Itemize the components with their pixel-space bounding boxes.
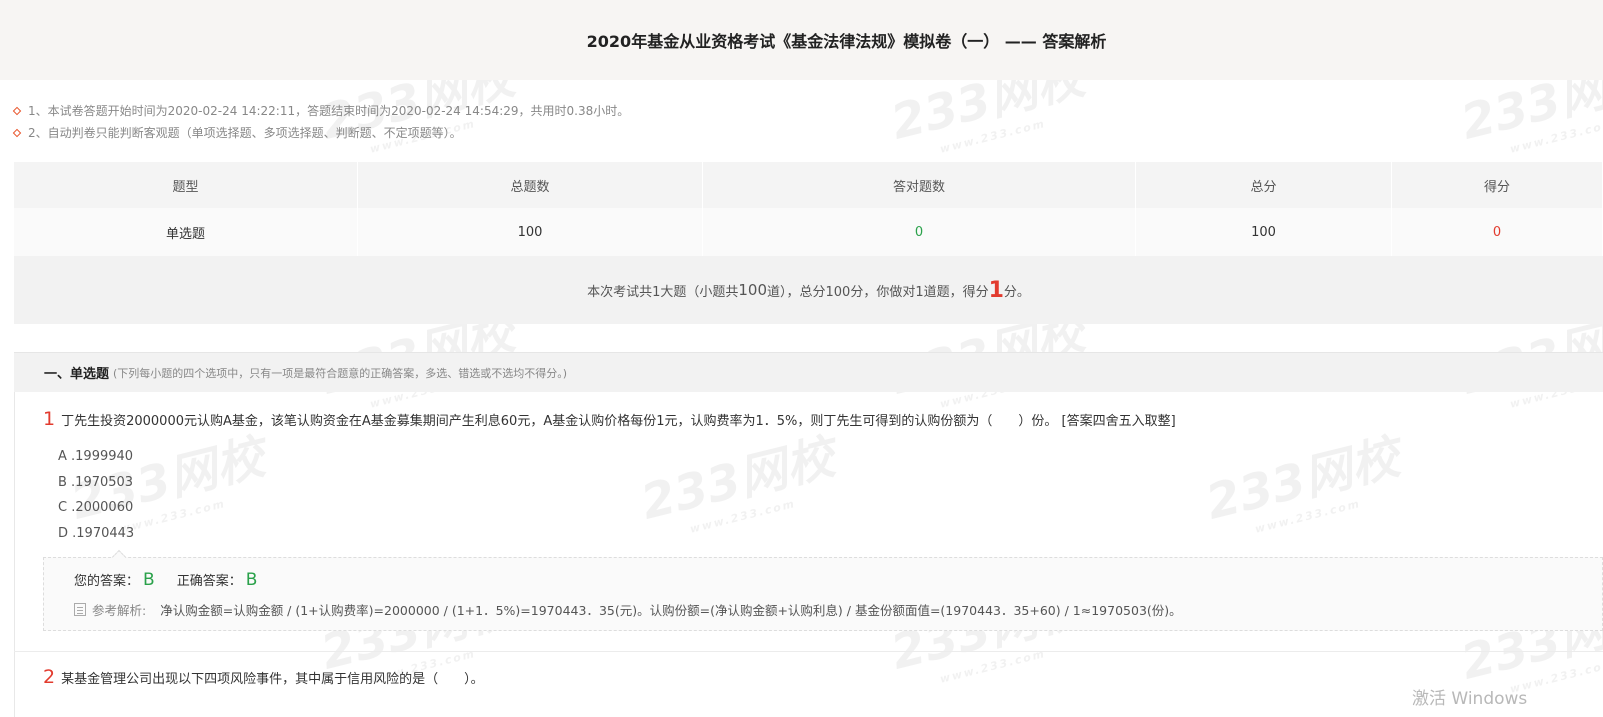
page-title: 2020年基金从业资格考试《基金法律法规》模拟卷（一） —— 答案解析 [586, 32, 1107, 51]
exam-notes: 1、本试卷答题开始时间为2020-02-24 14:22:11，答题结束时间为2… [12, 100, 629, 144]
header-total: 总题数 [358, 162, 703, 208]
question-text: 丁先生投资2000000元认购A基金，该笔认购资金在A基金募集期间产生利息60元… [61, 414, 1176, 429]
note-item: 2、自动判卷只能判断客观题（单项选择题、多项选择题、判断题、不定项题等）。 [12, 122, 629, 144]
windows-activation-watermark: 激活 Windows [1412, 689, 1528, 709]
explanation-text: 净认购金额=认购金额 / (1+认购费率)=2000000 / (1+1．5%)… [160, 603, 1182, 618]
your-answer: B [143, 570, 155, 590]
summary-data-row: 单选题 100 0 100 0 [14, 208, 1603, 256]
question-text: 某基金管理公司出现以下四项风险事件，其中属于信用风险的是（ ）。 [61, 672, 484, 687]
answer-analysis-box: 您的答案： B 正确答案： B 参考解析: 净认购金额=认购金额 / (1+认购… [43, 549, 1603, 631]
option-d[interactable]: D .1970443 [58, 521, 134, 547]
section-title: 一、单选题 [44, 367, 110, 382]
header-type: 题型 [14, 162, 358, 208]
option-b[interactable]: B .1970503 [58, 470, 134, 496]
header-total-score: 总分 [1136, 162, 1392, 208]
box-pointer [111, 549, 127, 565]
option-a[interactable]: A .1999940 [58, 444, 134, 470]
watermark-logo: 233网校www.233.com [1200, 429, 1405, 536]
your-answer-label: 您的答案： [74, 574, 140, 589]
explanation-line: 参考解析: 净认购金额=认购金额 / (1+认购费率)=2000000 / (1… [74, 600, 1182, 619]
diamond-bullet-icon [12, 128, 22, 138]
watermark-logo: 233网校www.233.com [635, 429, 840, 536]
question-1-options: A .1999940 B .1970503 C .2000060 D .1970… [58, 444, 134, 546]
question-divider [14, 651, 1603, 652]
cell-total-score: 100 [1136, 208, 1392, 256]
question-number: 1 [43, 408, 56, 430]
left-border [14, 392, 15, 717]
diamond-bullet-icon [12, 106, 22, 116]
answer-line: 您的答案： B 正确答案： B [74, 570, 279, 590]
note-item: 1、本试卷答题开始时间为2020-02-24 14:22:11，答题结束时间为2… [12, 100, 629, 122]
option-c[interactable]: C .2000060 [58, 495, 134, 521]
header-score: 得分 [1392, 162, 1603, 208]
question-1: 1 丁先生投资2000000元认购A基金，该笔认购资金在A基金募集期间产生利息6… [43, 408, 1176, 430]
correct-answer: B [245, 570, 258, 590]
document-icon [74, 603, 86, 616]
final-score: 1 [988, 277, 1004, 303]
cell-score: 0 [1392, 208, 1603, 256]
section-header-single-choice: 一、单选题 (下列每小题的四个选项中，只有一项是最符合题意的正确答案，多选、错选… [14, 352, 1603, 392]
summary-header-row: 题型 总题数 答对题数 总分 得分 [14, 162, 1603, 208]
cell-correct: 0 [703, 208, 1136, 256]
cell-total: 100 [358, 208, 703, 256]
correct-answer-label: 正确答案： [176, 574, 242, 589]
section-description: (下列每小题的四个选项中，只有一项是最符合题意的正确答案，多选、错选或不选均不得… [113, 366, 568, 380]
summary-sentence: 本次考试共1大题（小题共 100 道），总分100分，你做对1道题，得分 1 分。 [14, 256, 1603, 324]
explanation-label: 参考解析: [92, 603, 147, 618]
header-correct: 答对题数 [703, 162, 1136, 208]
score-summary-table: 题型 总题数 答对题数 总分 得分 单选题 100 0 100 0 本次考试共1… [14, 162, 1603, 324]
cell-type: 单选题 [14, 208, 358, 256]
question-number: 2 [43, 666, 56, 688]
question-2: 2 某基金管理公司出现以下四项风险事件，其中属于信用风险的是（ ）。 [43, 666, 484, 688]
page-header: 2020年基金从业资格考试《基金法律法规》模拟卷（一） —— 答案解析 [0, 0, 1603, 80]
